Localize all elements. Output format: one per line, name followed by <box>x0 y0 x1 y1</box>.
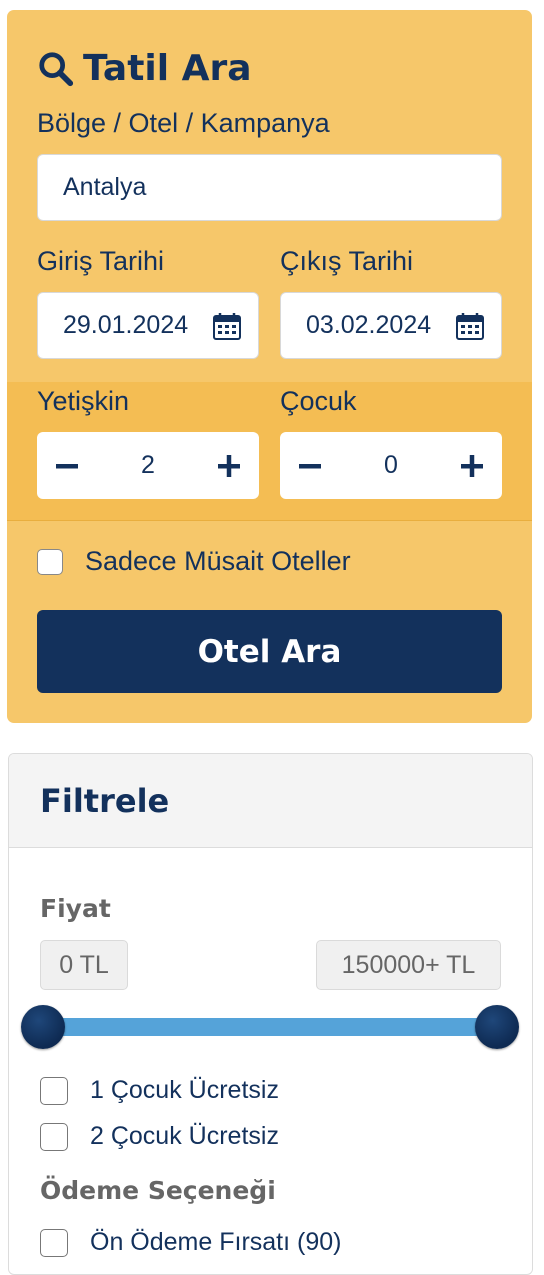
price-label: Fiyat <box>40 894 111 923</box>
child-stepper: 0 <box>280 432 502 499</box>
plus-icon <box>218 454 240 477</box>
checkin-label: Giriş Tarihi <box>37 246 165 276</box>
price-min-value: 0 TL <box>40 940 128 990</box>
adult-label: Yetişkin <box>37 386 130 416</box>
filter-option-2-child-free[interactable]: 2 Çocuk Ücretsiz <box>40 1122 279 1151</box>
region-value: Antalya <box>63 173 147 201</box>
search-hotel-button[interactable]: Otel Ara <box>37 610 502 693</box>
available-only-checkbox[interactable] <box>37 548 63 575</box>
payment-option-prepayment[interactable]: Ön Ödeme Fırsatı (90) <box>40 1228 341 1257</box>
checkout-value: 03.02.2024 <box>306 311 432 339</box>
calendar-icon[interactable] <box>212 311 242 341</box>
price-slider-min-handle[interactable] <box>21 1005 65 1049</box>
adult-minus-button[interactable] <box>37 432 97 499</box>
adult-plus-button[interactable] <box>199 432 259 499</box>
child-count: 0 <box>384 451 398 479</box>
search-panel: Tatil Ara Bölge / Otel / Kampanya Antaly… <box>7 10 532 723</box>
price-max-value: 150000+ TL <box>316 940 501 990</box>
plus-icon <box>461 454 483 477</box>
child-minus-button[interactable] <box>280 432 340 499</box>
checkout-date-field[interactable]: 03.02.2024 <box>280 292 502 359</box>
filter-header: Filtrele <box>9 754 532 848</box>
region-input[interactable]: Antalya <box>37 154 502 221</box>
adult-stepper: 2 <box>37 432 259 499</box>
payment-option-label: Ödeme Seçeneği <box>40 1176 276 1205</box>
filter-checkbox[interactable] <box>40 1076 68 1105</box>
child-label: Çocuk <box>280 386 357 416</box>
guest-section: Yetişkin 2 Çocuk 0 <box>7 382 532 521</box>
minus-icon <box>56 463 78 468</box>
filter-title: Filtrele <box>40 781 170 820</box>
filter-checkbox[interactable] <box>40 1228 68 1257</box>
price-slider-track[interactable] <box>42 1018 498 1036</box>
child-plus-button[interactable] <box>442 432 502 499</box>
search-title: Tatil Ara <box>83 48 252 89</box>
adult-count: 2 <box>141 451 155 479</box>
price-slider-max-handle[interactable] <box>475 1005 519 1049</box>
payment-option-text: Ön Ödeme Fırsatı (90) <box>90 1228 342 1256</box>
checkin-date-field[interactable]: 29.01.2024 <box>37 292 259 359</box>
filter-panel: Filtrele Fiyat 0 TL 150000+ TL 1 Çocuk Ü… <box>8 753 533 1275</box>
available-only-label: Sadece Müsait Oteller <box>85 546 351 576</box>
checkin-value: 29.01.2024 <box>63 311 189 339</box>
search-icon <box>39 51 74 86</box>
checkout-label: Çıkış Tarihi <box>280 246 414 276</box>
filter-option-1-child-free[interactable]: 1 Çocuk Ücretsiz <box>40 1076 279 1105</box>
region-label: Bölge / Otel / Kampanya <box>37 108 330 138</box>
calendar-icon[interactable] <box>455 311 485 341</box>
filter-option-label: 1 Çocuk Ücretsiz <box>90 1076 279 1104</box>
filter-option-label: 2 Çocuk Ücretsiz <box>90 1122 279 1150</box>
minus-icon <box>299 463 321 468</box>
search-title-row: Tatil Ara <box>37 48 252 89</box>
filter-checkbox[interactable] <box>40 1122 68 1151</box>
available-only-option[interactable]: Sadece Müsait Oteller <box>37 546 351 577</box>
